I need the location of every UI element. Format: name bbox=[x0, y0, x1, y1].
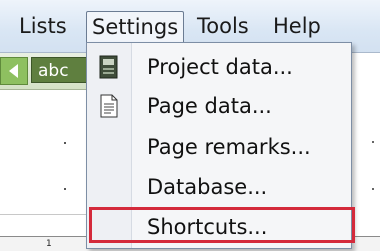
arrow-left-icon bbox=[9, 64, 18, 78]
document-area bbox=[0, 90, 90, 250]
page-document-icon bbox=[100, 94, 118, 118]
grid-dot bbox=[372, 141, 374, 143]
menu-item-page-remarks[interactable]: Page remarks... bbox=[87, 129, 351, 165]
grid-dot bbox=[64, 188, 66, 190]
menu-tools[interactable]: Tools bbox=[192, 11, 254, 41]
menu-item-database[interactable]: Database... bbox=[87, 169, 351, 205]
grid-dot bbox=[372, 188, 374, 190]
back-button[interactable] bbox=[0, 57, 28, 85]
menu-item-project-data[interactable]: Project data... bbox=[87, 49, 351, 85]
grid-dot bbox=[64, 142, 66, 144]
divider bbox=[0, 214, 90, 215]
menu-help[interactable]: Help bbox=[268, 11, 326, 41]
menu-item-label: Project data... bbox=[147, 55, 293, 79]
ruler-number: 1 bbox=[46, 239, 52, 249]
toolbar: abc bbox=[0, 53, 96, 90]
shortcuts-highlight-box bbox=[89, 207, 355, 243]
menu-item-label: Database... bbox=[147, 175, 268, 199]
abc-button[interactable]: abc bbox=[31, 57, 89, 83]
menu-lists[interactable]: Lists bbox=[14, 11, 72, 41]
menu-item-page-data[interactable]: Page data... bbox=[87, 88, 351, 124]
project-data-icon bbox=[99, 55, 118, 79]
menu-settings[interactable]: Settings bbox=[86, 11, 185, 42]
menu-item-label: Page remarks... bbox=[147, 135, 311, 159]
menu-item-label: Page data... bbox=[147, 94, 272, 118]
